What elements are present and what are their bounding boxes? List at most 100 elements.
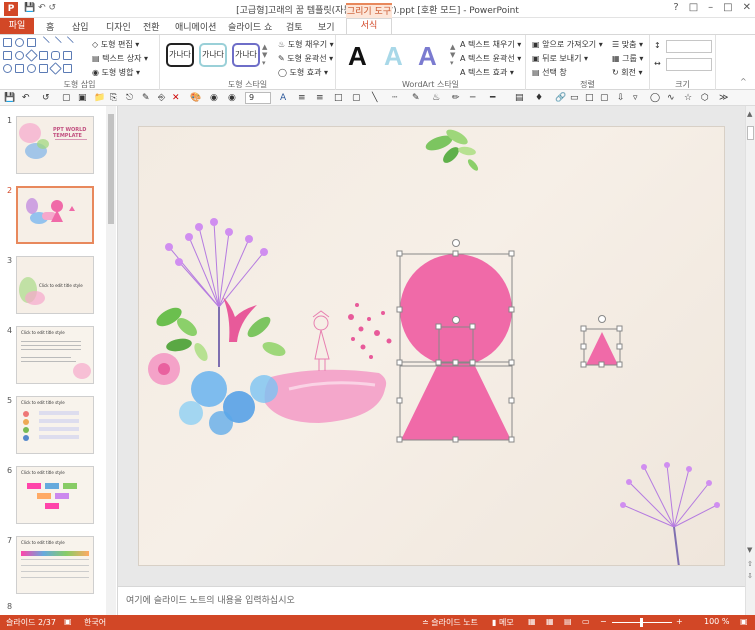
- save-icon[interactable]: 💾: [4, 93, 15, 103]
- zoom-out-icon[interactable]: −: [600, 617, 607, 626]
- redo-icon[interactable]: ↺: [42, 93, 52, 103]
- tab-insert[interactable]: 삽입: [72, 20, 89, 33]
- wordart-preset-1[interactable]: A: [348, 41, 367, 72]
- align-left-icon[interactable]: ≡: [298, 93, 308, 103]
- text-effects-button[interactable]: A 텍스트 효과 ▾: [460, 67, 514, 78]
- hexagon-shape-icon[interactable]: ⬡: [701, 93, 711, 103]
- normal-view-icon[interactable]: ▦: [528, 617, 536, 626]
- height-input[interactable]: [666, 40, 712, 53]
- tab-slideshow[interactable]: 슬라이드 쇼: [228, 20, 272, 33]
- slide-sorter-icon[interactable]: ▦: [546, 617, 554, 626]
- fill-tool-icon[interactable]: ♨: [432, 93, 442, 103]
- tab-design[interactable]: 디자인: [106, 20, 131, 33]
- slide-thumbnail-5[interactable]: Click to edit title style: [16, 396, 94, 454]
- tab-view[interactable]: 보기: [318, 20, 335, 33]
- theme-colors-icon[interactable]: 🎨: [190, 93, 201, 103]
- shape-style-preset-3[interactable]: 가나다: [232, 43, 260, 67]
- tab-review[interactable]: 검토: [286, 20, 303, 33]
- rect-tool-icon[interactable]: ▢: [352, 93, 362, 103]
- collapse-ribbon-icon[interactable]: ^: [740, 77, 747, 86]
- wordart-preset-2[interactable]: A: [384, 41, 403, 72]
- color-palette2-icon[interactable]: ◉: [228, 93, 238, 103]
- ribbon-display-icon[interactable]: □: [689, 2, 698, 13]
- shape-gallery[interactable]: [3, 36, 79, 75]
- minimize-button[interactable]: –: [708, 2, 713, 13]
- notes-toggle-button[interactable]: ≐ 슬라이드 노트: [422, 617, 478, 628]
- shape-fill-button[interactable]: ♨ 도형 채우기 ▾: [278, 39, 334, 50]
- shape-effects-button[interactable]: ◯ 도형 효과 ▾: [278, 67, 328, 78]
- link-icon[interactable]: 🔗: [555, 93, 566, 103]
- slideshow-icon[interactable]: ▭: [582, 617, 590, 626]
- zoom-level[interactable]: 100 %: [704, 617, 729, 626]
- rect-shape-icon[interactable]: ▭: [570, 93, 580, 103]
- slide-thumbnail-2[interactable]: [16, 186, 94, 244]
- paste-icon[interactable]: ⎋: [126, 93, 136, 103]
- tab-transitions[interactable]: 전환: [143, 20, 160, 33]
- small-triangle[interactable]: [586, 332, 618, 365]
- spellcheck-icon[interactable]: ▣: [64, 617, 72, 626]
- dash-tool-icon[interactable]: ┄: [392, 93, 402, 103]
- color-palette-icon[interactable]: ◉: [210, 93, 220, 103]
- tab-home[interactable]: 홈: [46, 20, 54, 33]
- delete-icon[interactable]: ✕: [172, 93, 182, 103]
- rotate-button[interactable]: ↻ 회전 ▾: [612, 67, 643, 78]
- width-input[interactable]: [666, 58, 712, 71]
- slide-thumbnail-1[interactable]: PPT WORLD TEMPLATE: [16, 116, 94, 174]
- maximize-button[interactable]: □: [723, 2, 732, 13]
- eyedropper-icon[interactable]: ✏: [452, 93, 462, 103]
- notes-pane[interactable]: 여기에 슬라이드 노트의 내용을 입력하십시오: [118, 586, 745, 615]
- send-backward-button[interactable]: ▣ 뒤로 보내기 ▾: [532, 53, 588, 64]
- close-button[interactable]: ✕: [743, 2, 751, 13]
- star-shape-icon[interactable]: ☆: [684, 93, 694, 103]
- text-color-icon[interactable]: A: [280, 93, 290, 103]
- copy-icon[interactable]: ⎘: [110, 93, 120, 103]
- open-icon[interactable]: 📁: [94, 93, 105, 103]
- text-fill-button[interactable]: A 텍스트 채우기 ▾: [460, 39, 521, 50]
- present-icon[interactable]: ▣: [78, 93, 88, 103]
- pen-tool-icon[interactable]: ✎: [412, 93, 422, 103]
- dash-style-icon[interactable]: ━: [490, 93, 500, 103]
- oval-shape-icon[interactable]: ◯: [650, 93, 660, 103]
- slide-thumbnail-7[interactable]: Click to edit title style: [16, 536, 94, 594]
- editor-scrollbar[interactable]: ▲ ▼ ⇧ ⇩: [745, 106, 755, 615]
- zoom-slider-thumb[interactable]: [640, 618, 643, 627]
- reading-view-icon[interactable]: ▤: [564, 617, 572, 626]
- shape-style-preset-1[interactable]: 가나다: [166, 43, 194, 67]
- merge-shapes-button[interactable]: ◉ 도형 병합 ▾: [92, 67, 140, 78]
- tab-animations[interactable]: 애니메이션: [175, 20, 216, 33]
- font-size-box[interactable]: 9: [245, 92, 271, 104]
- callout-icon[interactable]: □: [585, 93, 595, 103]
- notes-placeholder[interactable]: 여기에 슬라이드 노트의 내용을 입력하십시오: [126, 593, 295, 606]
- style-gallery-scroll[interactable]: ▲ ▼ ▾: [262, 43, 267, 67]
- line-tool-icon[interactable]: ╲: [372, 93, 382, 103]
- highlight-icon[interactable]: ♦: [535, 93, 545, 103]
- slide-thumbnail-6[interactable]: Click to edit title style: [16, 466, 94, 524]
- more-shapes-icon[interactable]: ≫: [719, 93, 729, 103]
- curve-shape-icon[interactable]: ∿: [667, 93, 677, 103]
- triangle-shape-icon[interactable]: ▿: [633, 93, 643, 103]
- slide-canvas[interactable]: [138, 126, 725, 566]
- fit-slide-icon[interactable]: ▣: [740, 617, 748, 626]
- language-indicator[interactable]: 한국어: [84, 617, 106, 628]
- new-slide-icon[interactable]: ▢: [62, 93, 72, 103]
- line-weight-icon[interactable]: ─: [470, 93, 480, 103]
- text-outline-button[interactable]: A 텍스트 윤곽선 ▾: [460, 53, 521, 64]
- clipboard-icon[interactable]: ⎆: [158, 93, 168, 103]
- align-button[interactable]: ☰ 맞춤 ▾: [612, 39, 643, 50]
- wordart-preset-3[interactable]: A: [418, 41, 437, 72]
- crop-icon[interactable]: □: [334, 93, 344, 103]
- zoom-in-icon[interactable]: +: [676, 617, 683, 626]
- wordart-gallery-scroll[interactable]: ▲ ▼ ▾: [450, 43, 455, 67]
- text-box-button[interactable]: ▤ 텍스트 상자 ▾: [92, 53, 148, 64]
- selection-pane-button[interactable]: ▤ 선택 창: [532, 67, 567, 78]
- edit-shape-button[interactable]: ◇ 도형 편집 ▾: [92, 39, 139, 50]
- format-painter-icon[interactable]: ✎: [142, 93, 152, 103]
- tab-format[interactable]: 서식: [346, 18, 392, 35]
- arrow-shape-icon[interactable]: ⇩: [617, 93, 627, 103]
- slide-thumbnail-4[interactable]: Click to edit title style: [16, 326, 94, 384]
- shape-style-preset-2[interactable]: 가나다: [199, 43, 227, 67]
- undo-icon[interactable]: ↶: [22, 93, 32, 103]
- bring-forward-button[interactable]: ▣ 앞으로 가져오기 ▾: [532, 39, 603, 50]
- group-button[interactable]: ▦ 그룹 ▾: [612, 53, 643, 64]
- align-center-icon[interactable]: ≡: [316, 93, 326, 103]
